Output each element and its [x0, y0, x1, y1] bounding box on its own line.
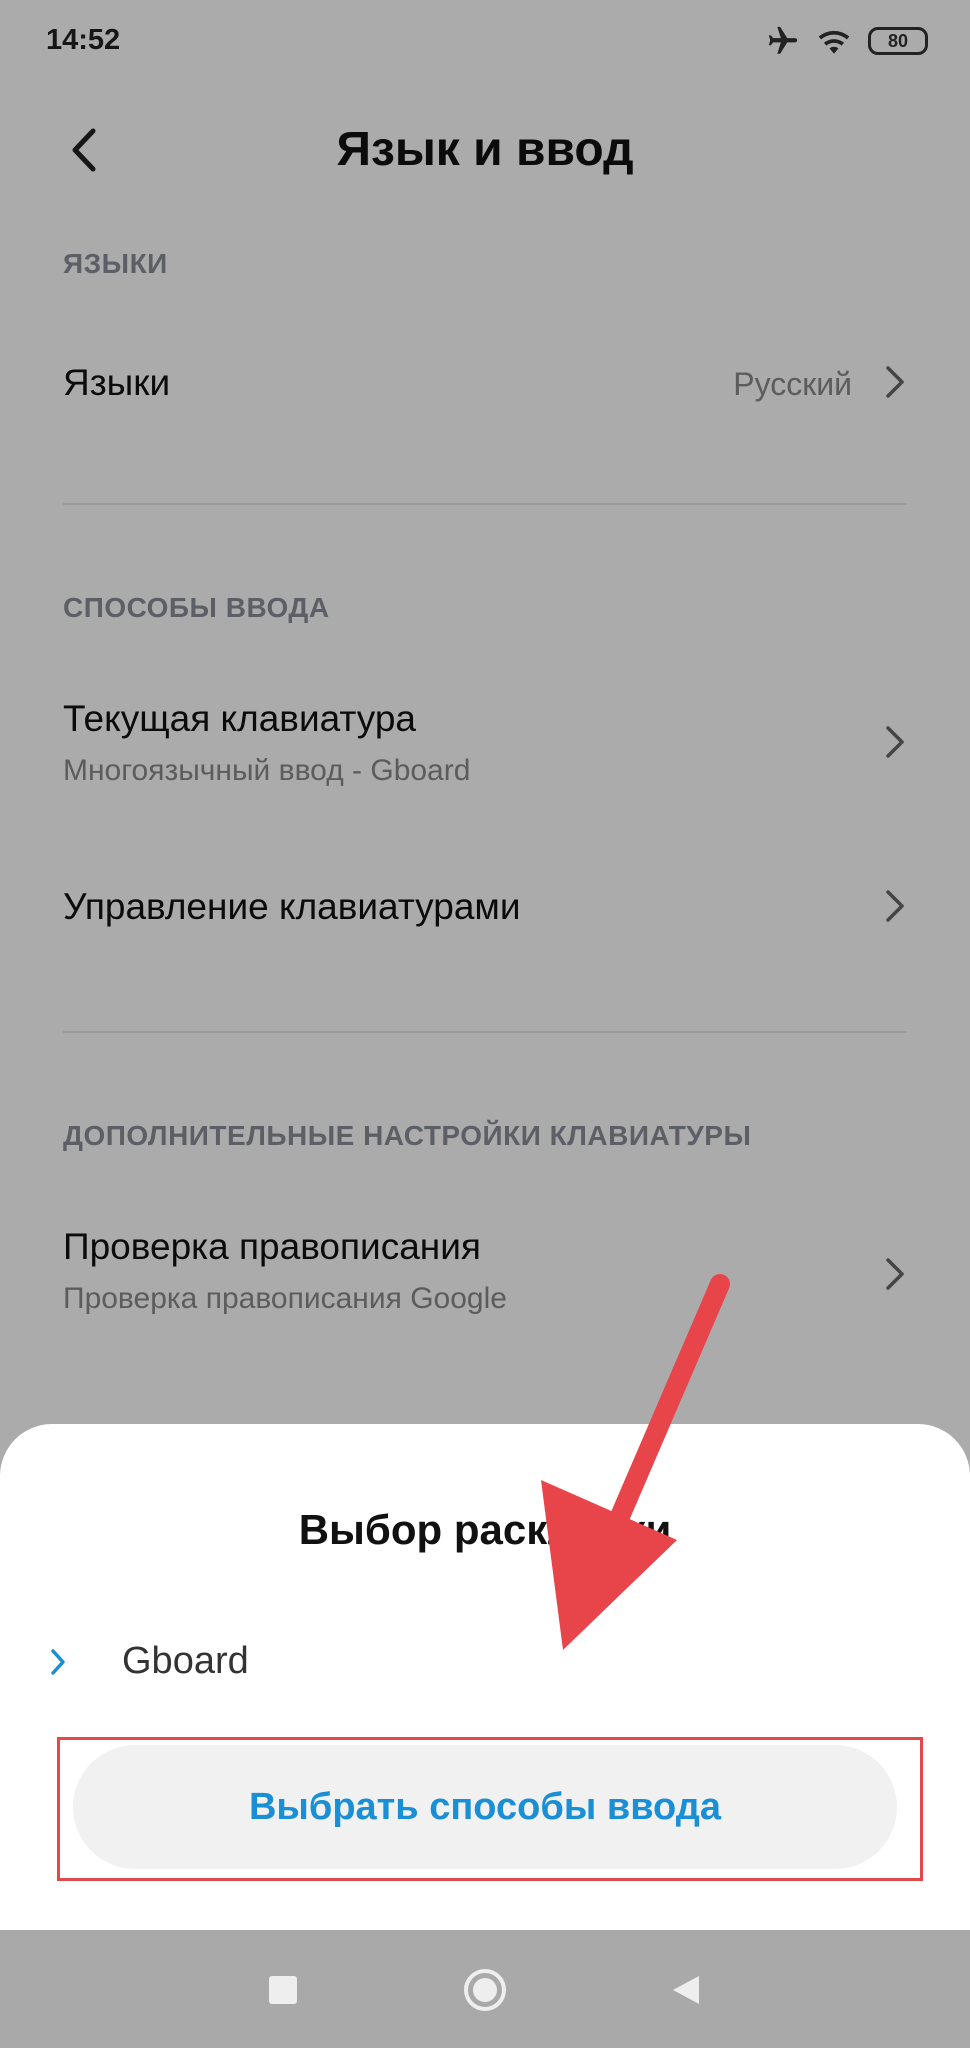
- home-circle-icon: [464, 1969, 506, 2011]
- recents-square-icon: [269, 1976, 297, 2004]
- recents-button[interactable]: [253, 1960, 313, 2020]
- highlight-box: [57, 1737, 923, 1881]
- layout-picker-sheet: Выбор раскладки Gboard Выбрать способы в…: [0, 1424, 970, 1930]
- back-nav-button[interactable]: [656, 1960, 716, 2020]
- navigation-bar: [0, 1930, 970, 2048]
- sheet-item-label: Gboard: [122, 1640, 249, 1682]
- chevron-right-icon: [44, 1642, 72, 1682]
- home-button[interactable]: [455, 1960, 515, 2020]
- back-triangle-icon: [673, 1976, 699, 2004]
- sheet-item-gboard[interactable]: Gboard: [0, 1624, 970, 1704]
- sheet-title: Выбор раскладки: [298, 1506, 672, 1553]
